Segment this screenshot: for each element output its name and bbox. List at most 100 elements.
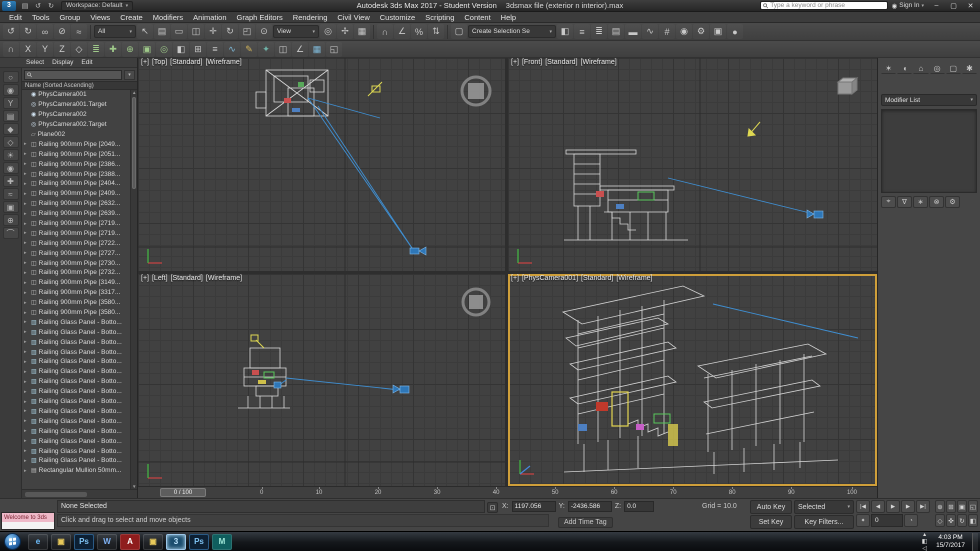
- expand-arrow-icon[interactable]: ▸: [24, 339, 29, 345]
- viewport-front[interactable]: [+] [Front] [Standard] [Wireframe]: [508, 58, 877, 271]
- minimize-button[interactable]: –: [928, 0, 945, 11]
- expand-arrow-icon[interactable]: ▸: [24, 181, 29, 187]
- scrollbar-thumb[interactable]: [25, 491, 87, 497]
- current-frame-field[interactable]: 0: [871, 514, 903, 527]
- scene-object-row[interactable]: ▸ ◫ Railing 900mm Pipe [2719...: [22, 219, 130, 229]
- orbit-icon[interactable]: ↻: [957, 514, 967, 527]
- expand-arrow-icon[interactable]: ▸: [24, 418, 29, 424]
- scroll-down-icon[interactable]: ▼: [132, 484, 136, 489]
- align-tool-icon[interactable]: ≡: [207, 42, 223, 57]
- expand-arrow-icon[interactable]: ▸: [24, 458, 29, 464]
- hidden-icons-icon[interactable]: ▴: [920, 531, 929, 538]
- viewport-top[interactable]: [+] [Top] [Standard] [Wireframe]: [138, 58, 505, 271]
- expand-arrow-icon[interactable]: ▸: [24, 329, 29, 335]
- filter-bones-icon[interactable]: ⌒: [2, 227, 19, 239]
- scene-object-row[interactable]: ▸ ◫ Railing 900mm Pipe [2727...: [22, 248, 130, 258]
- auto-key-button[interactable]: Auto Key: [750, 500, 792, 514]
- scene-object-row[interactable]: ◎ PhysCamera001.Target: [22, 100, 130, 110]
- expand-arrow-icon[interactable]: ▸: [24, 240, 29, 246]
- filter-xrefs-icon[interactable]: ⊕: [2, 214, 19, 226]
- expand-arrow-icon[interactable]: ▸: [24, 310, 29, 316]
- menubar-item[interactable]: Animation: [188, 12, 231, 22]
- expand-arrow-icon[interactable]: ▸: [24, 399, 29, 405]
- scene-object-row[interactable]: ▸ ▥ Railing Glass Panel - Botto...: [22, 367, 130, 377]
- expand-arrow-icon[interactable]: ▸: [24, 230, 29, 236]
- viewport-shading-label[interactable]: [Wireframe]: [205, 59, 241, 66]
- snap-toggle-icon[interactable]: ∩: [377, 24, 393, 39]
- redo-scene-icon[interactable]: ↻: [20, 24, 36, 39]
- menubar-item[interactable]: Group: [54, 12, 85, 22]
- scene-object-row[interactable]: ▸ ▥ Railing Glass Panel - Botto...: [22, 397, 130, 407]
- search-input[interactable]: [770, 2, 885, 9]
- expand-arrow-icon[interactable]: ▸: [24, 270, 29, 276]
- constraint-y-icon[interactable]: Y: [37, 42, 53, 57]
- show-end-result-icon[interactable]: ∇: [897, 196, 912, 208]
- taskbar-photoshop[interactable]: Ps: [74, 533, 94, 550]
- volume-icon[interactable]: ◁: [920, 545, 929, 551]
- filter-geometry-icon[interactable]: ◆: [2, 123, 19, 135]
- scene-object-row[interactable]: ▸ ◫ Railing 900mm Pipe [2386...: [22, 159, 130, 169]
- select-and-move-icon[interactable]: ✛: [205, 24, 221, 39]
- scene-object-row[interactable]: ▸ ▥ Railing Glass Panel - Botto...: [22, 426, 130, 436]
- constraint-x-icon[interactable]: X: [20, 42, 36, 57]
- expand-arrow-icon[interactable]: ▸: [24, 379, 29, 385]
- undo-icon[interactable]: ↺: [32, 1, 44, 11]
- taskbar-folder[interactable]: ▣: [143, 533, 163, 550]
- scene-object-row[interactable]: ▸ ▥ Railing Glass Panel - Botto...: [22, 407, 130, 417]
- expand-arrow-icon[interactable]: ▸: [24, 319, 29, 325]
- filter-spacewarps-icon[interactable]: ≈: [2, 188, 19, 200]
- scene-explorer-menu-item[interactable]: Select: [26, 59, 44, 66]
- paint-tool-icon[interactable]: ✎: [241, 42, 257, 57]
- scene-object-row[interactable]: ▸ ▥ Railing Glass Panel - Botto...: [22, 456, 130, 466]
- expand-arrow-icon[interactable]: ▸: [24, 201, 29, 207]
- scene-list-scrollbar[interactable]: ▲ ▼: [130, 90, 137, 489]
- play-animation-button[interactable]: ▶: [886, 500, 900, 513]
- scene-object-row[interactable]: ▸ ◫ Railing 900mm Pipe [3580...: [22, 308, 130, 318]
- zoom-extents-all-icon[interactable]: ◱: [968, 500, 978, 513]
- selection-filter-dropdown[interactable]: All ▾: [94, 25, 136, 38]
- viewport-camera[interactable]: [+] [PhysCamera001] [Standard] [Wirefram…: [508, 274, 877, 486]
- scene-object-row[interactable]: ▸ ◫ Railing 900mm Pipe [2730...: [22, 258, 130, 268]
- sort-by-layer-icon[interactable]: ▤: [2, 110, 19, 122]
- set-current-layer-icon[interactable]: ◎: [156, 42, 172, 57]
- filter-lights-icon[interactable]: ☀: [2, 149, 19, 161]
- x-coordinate-field[interactable]: 1197.056: [511, 501, 556, 512]
- menubar-item[interactable]: Modifiers: [148, 12, 188, 22]
- go-to-start-button[interactable]: |◀: [856, 500, 870, 513]
- viewport-shading-label[interactable]: [Wireframe]: [206, 275, 242, 282]
- menubar-item[interactable]: Rendering: [288, 12, 333, 22]
- select-and-manipulate-icon[interactable]: ✢: [337, 24, 353, 39]
- z-coordinate-field[interactable]: 0.0: [624, 501, 655, 512]
- viewport-pov-label[interactable]: [Left]: [152, 275, 168, 282]
- viewport-shading-label[interactable]: [Wireframe]: [581, 59, 617, 66]
- select-and-rotate-icon[interactable]: ↻: [222, 24, 238, 39]
- scene-object-row[interactable]: ▸ ◫ Railing 900mm Pipe [2051...: [22, 149, 130, 159]
- scene-object-row[interactable]: ◉ PhysCamera002: [22, 110, 130, 120]
- scene-list-column-header[interactable]: Name (Sorted Ascending): [22, 81, 137, 90]
- pin-stack-icon[interactable]: ⌖: [881, 196, 896, 208]
- menubar-item[interactable]: Customize: [375, 12, 420, 22]
- modifier-stack[interactable]: [881, 109, 977, 193]
- scene-object-row[interactable]: ▸ ▥ Railing Glass Panel - Botto...: [22, 347, 130, 357]
- scene-list-h-scrollbar[interactable]: [22, 489, 137, 498]
- scene-object-row[interactable]: ▸ ▥ Railing Glass Panel - Botto...: [22, 327, 130, 337]
- viewport-menu-button[interactable]: [+]: [141, 59, 149, 66]
- taskbar-3ds-max[interactable]: 3: [166, 533, 186, 550]
- hierarchy-tab[interactable]: ⌂: [913, 62, 929, 74]
- select-and-link-icon[interactable]: ∞: [37, 24, 53, 39]
- display-influences-icon[interactable]: ◉: [2, 84, 19, 96]
- maximize-viewport-toggle-icon[interactable]: ◧: [968, 514, 978, 527]
- motion-tab[interactable]: ◎: [929, 62, 945, 74]
- scene-object-row[interactable]: ▸ ◫ Railing 900mm Pipe [2632...: [22, 199, 130, 209]
- expand-arrow-icon[interactable]: ▸: [24, 191, 29, 197]
- constraint-z-icon[interactable]: Z: [54, 42, 70, 57]
- expand-arrow-icon[interactable]: ▸: [24, 280, 29, 286]
- scene-object-row[interactable]: ▸ ◫ Railing 900mm Pipe [2049...: [22, 139, 130, 149]
- time-slider[interactable]: 0 / 100: [160, 488, 206, 497]
- viewport-pov-label[interactable]: [PhysCamera001]: [522, 275, 578, 282]
- expand-arrow-icon[interactable]: ▸: [24, 428, 29, 434]
- use-pivot-point-center-icon[interactable]: ◎: [320, 24, 336, 39]
- select-and-scale-icon[interactable]: ◰: [239, 24, 255, 39]
- named-selection-sets-dropdown[interactable]: Create Selection Se ▾: [468, 25, 556, 38]
- menubar-item[interactable]: Edit: [4, 12, 27, 22]
